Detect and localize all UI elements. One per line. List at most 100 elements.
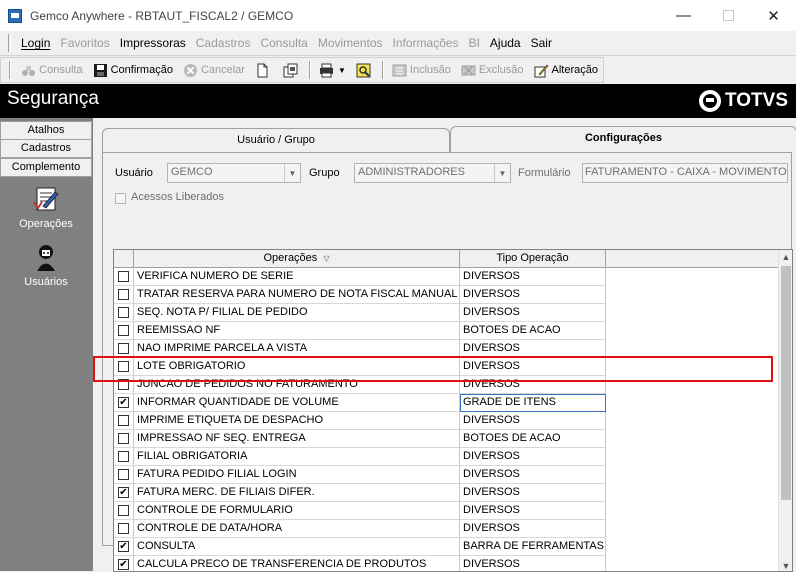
table-header-tipo[interactable]: Tipo Operação [460,250,606,268]
table-row[interactable]: IMPRESSAO NF SEQ. ENTREGA BOTOES DE ACAO [114,430,780,448]
table-row[interactable]: IMPRIME ETIQUETA DE DESPACHO DIVERSOS [114,412,780,430]
operacao-cell: CONSULTA [134,538,460,556]
alteracao-label: Alteração [551,64,598,76]
formulario-label: Formulário [518,167,571,179]
row-checkbox[interactable] [118,343,129,354]
table-row[interactable]: CONTROLE DE FORMULARIO DIVERSOS [114,502,780,520]
row-checkbox[interactable] [118,325,129,336]
row-checkbox[interactable]: ✔ [118,559,129,570]
table-row[interactable]: ✔ CONSULTA BARRA DE FERRAMENTAS [114,538,780,556]
row-checkbox-cell [114,520,134,538]
tipo-operacao-cell[interactable]: DIVERSOS [460,448,606,466]
toolbar-separator [381,61,384,79]
table-header-filler [606,250,780,268]
scroll-thumb[interactable] [781,266,791,500]
row-checkbox[interactable] [118,433,129,444]
chevron-down-icon[interactable]: ▼ [284,164,300,182]
tipo-operacao-cell[interactable]: BOTOES DE ACAO [460,322,606,340]
table-row[interactable]: TRATAR RESERVA PARA NUMERO DE NOTA FISCA… [114,286,780,304]
copy-document-button[interactable] [278,59,306,81]
print-dropdown-icon[interactable]: ▼ [338,66,346,75]
tipo-operacao-cell[interactable]: DIVERSOS [460,556,606,571]
table-row[interactable]: FATURA PEDIDO FILIAL LOGIN DIVERSOS [114,466,780,484]
tipo-operacao-cell[interactable]: DIVERSOS [460,484,606,502]
table-row[interactable]: ✔ INFORMAR QUANTIDADE DE VOLUME GRADE DE I… [114,394,780,412]
row-checkbox[interactable] [118,523,129,534]
sidebar-tab-cadastros[interactable]: Cadastros [0,139,92,158]
usuario-select[interactable]: GEMCO ▼ [167,163,301,183]
sort-icon: ▽ [323,254,330,263]
tab-usuario-grupo[interactable]: Usuário / Grupo [102,128,450,153]
consulta-label: Consulta [39,64,83,76]
row-checkbox-cell [114,430,134,448]
table-row[interactable]: ✔ CALCULA PRECO DE TRANSFERENCIA DE PRODU… [114,556,780,571]
row-checkbox[interactable] [118,307,129,318]
scroll-down-icon[interactable]: ▼ [779,559,792,571]
print-button[interactable]: ▼ [314,59,351,81]
vertical-scrollbar[interactable]: ▲ ▼ [778,250,792,571]
table-row[interactable]: CONTROLE DE DATA/HORA DIVERSOS [114,520,780,538]
table-row[interactable]: FILIAL OBRIGATORIA DIVERSOS [114,448,780,466]
table-row[interactable]: ✔ FATURA MERC. DE FILIAIS DIFER. DIVERSOS [114,484,780,502]
sidebar-item-usuarios[interactable]: Usuários [0,242,92,288]
tipo-operacao-cell[interactable]: BARRA DE FERRAMENTAS [460,538,606,556]
row-checkbox-cell [114,286,134,304]
operacao-cell: SEQ. NOTA P/ FILIAL DE PEDIDO [134,304,460,322]
add-record-icon [392,64,407,76]
row-checkbox[interactable] [118,415,129,426]
menu-impressoras[interactable]: Impressoras [115,36,191,50]
cancelar-label: Cancelar [200,64,245,76]
table-header-operacoes[interactable]: Operações ▽ [134,250,460,268]
new-document-button[interactable] [250,59,278,81]
table-row[interactable]: SEQ. NOTA P/ FILIAL DE PEDIDO DIVERSOS [114,304,780,322]
totvs-logo: TOTVS [699,90,788,112]
row-checkbox[interactable]: ✔ [118,541,129,552]
menu-login[interactable]: Login [16,36,55,50]
row-checkbox[interactable]: ✔ [118,487,129,498]
scroll-up-icon[interactable]: ▲ [779,250,792,264]
table-row[interactable]: REEMISSAO NF BOTOES DE ACAO [114,322,780,340]
tipo-operacao-cell[interactable]: DIVERSOS [460,520,606,538]
menu-ajuda[interactable]: Ajuda [485,36,526,50]
confirmacao-button[interactable]: Confirmação [88,59,178,81]
tipo-operacao-cell[interactable]: DIVERSOS [460,304,606,322]
row-checkbox[interactable] [118,289,129,300]
sidebar-item-operacoes[interactable]: Operações [0,184,92,230]
menu-sair[interactable]: Sair [526,36,557,50]
inclusao-label: Inclusão [409,64,451,76]
operacao-cell: VERIFICA NUMERO DE SERIE [134,268,460,286]
tipo-operacao-cell[interactable]: DIVERSOS [460,466,606,484]
operacao-cell: INFORMAR QUANTIDADE DE VOLUME [134,394,460,412]
menu-bi: BI [468,36,480,50]
usuario-label: Usuário [115,167,153,179]
sidebar-tab-atalhos[interactable]: Atalhos [0,121,92,140]
new-document-icon [257,63,268,77]
operations-icon [33,187,59,211]
chevron-down-icon[interactable]: ▼ [494,164,510,182]
tipo-operacao-cell[interactable]: DIVERSOS [460,412,606,430]
close-icon[interactable]: ✕ [751,0,796,31]
alteracao-button[interactable]: Alteração [529,59,603,81]
table-header-operacoes-label: Operações [263,252,318,264]
sidebar-tab-complemento[interactable]: Complemento [0,158,92,177]
tipo-operacao-cell[interactable]: GRADE DE ITENS [460,394,606,412]
row-checkbox[interactable] [118,469,129,480]
row-checkbox-cell: ✔ [114,538,134,556]
preview-button[interactable] [351,59,379,81]
row-checkbox[interactable]: ✔ [118,397,129,408]
tipo-operacao-cell[interactable]: DIVERSOS [460,502,606,520]
grupo-select[interactable]: ADMINISTRADORES ▼ [354,163,511,183]
formulario-field[interactable]: FATURAMENTO - CAIXA - MOVIMENTOS [582,163,788,183]
tipo-operacao-cell[interactable]: BOTOES DE ACAO [460,430,606,448]
tab-configuracoes[interactable]: Configurações [450,126,796,153]
operacao-cell: FATURA MERC. DE FILIAIS DIFER. [134,484,460,502]
row-checkbox[interactable] [118,451,129,462]
minimize-icon[interactable]: — [661,0,706,31]
table-row[interactable]: VERIFICA NUMERO DE SERIE DIVERSOS [114,268,780,286]
tipo-operacao-cell[interactable]: DIVERSOS [460,268,606,286]
printer-icon [319,63,333,77]
tipo-operacao-cell[interactable]: DIVERSOS [460,286,606,304]
main-content: Usuário / Grupo Configurações Usuário GE… [93,118,796,572]
row-checkbox[interactable] [118,271,129,282]
row-checkbox[interactable] [118,505,129,516]
